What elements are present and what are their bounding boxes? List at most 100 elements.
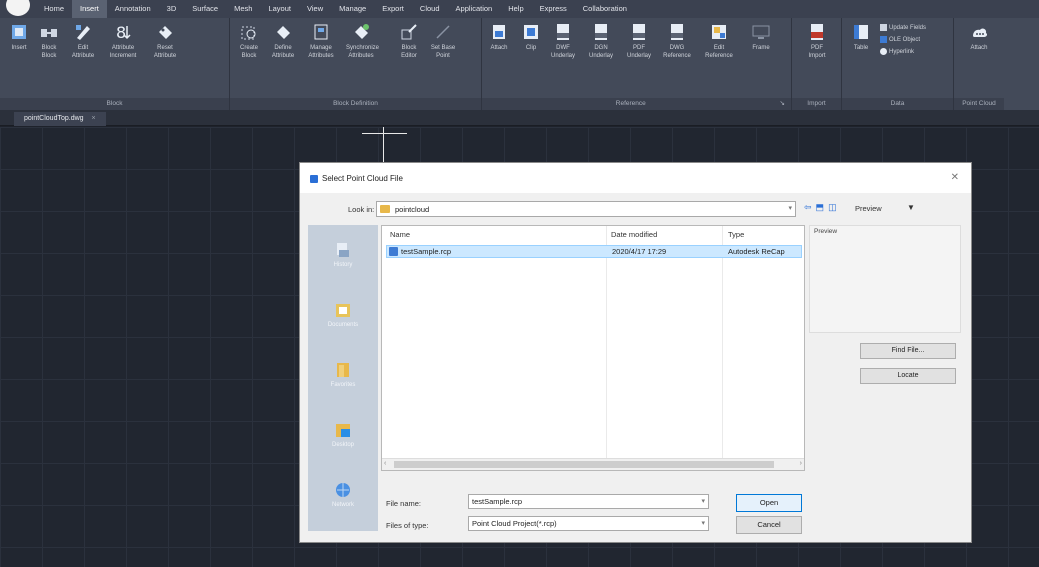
block-label-2: Block: [41, 53, 57, 59]
place-desktop[interactable]: Desktop: [308, 421, 378, 448]
preview-dropdown-icon[interactable]: ▼: [907, 203, 915, 212]
open-button[interactable]: Open: [736, 494, 802, 512]
edit-attribute-icon: [76, 25, 90, 40]
scroll-left-icon[interactable]: ‹: [384, 460, 386, 467]
menu-annotation[interactable]: Annotation: [107, 0, 159, 18]
place-network[interactable]: Network: [308, 481, 378, 508]
menu-surface[interactable]: Surface: [184, 0, 226, 18]
place-history-label: History: [333, 262, 353, 268]
column-divider: [722, 226, 723, 466]
frame-button[interactable]: Frame: [746, 22, 776, 52]
menu-view[interactable]: View: [299, 0, 331, 18]
block-editor-button[interactable]: Block Editor: [394, 22, 424, 60]
table-row[interactable]: testSample.rcp 2020/4/17 17:29 Autodesk …: [386, 245, 802, 258]
clip-button[interactable]: Clip: [516, 22, 546, 52]
dwg-reference-button[interactable]: DWG Reference: [662, 22, 692, 60]
history-icon: [337, 243, 349, 257]
menu-cloud[interactable]: Cloud: [412, 0, 448, 18]
synchronize-attributes-button[interactable]: Synchronize Attributes: [346, 22, 379, 60]
panel-title-block: Block: [0, 98, 229, 110]
block-editor-icon: [401, 24, 417, 40]
create-label: Create: [239, 45, 258, 51]
menu-help[interactable]: Help: [500, 0, 531, 18]
edit-label-2: Attribute: [71, 53, 95, 59]
set-base-point-button[interactable]: Set Base Point: [428, 22, 458, 60]
close-tab-icon[interactable]: ×: [92, 115, 96, 122]
attach-button[interactable]: Attach: [484, 22, 514, 52]
menu-export[interactable]: Export: [374, 0, 412, 18]
column-header-type[interactable]: Type: [728, 230, 744, 239]
hyperlink-button[interactable]: Hyperlink: [880, 48, 914, 55]
back-arrow-icon[interactable]: ⇦: [804, 202, 812, 213]
preview-menu-label[interactable]: Preview: [855, 204, 882, 213]
scroll-right-icon[interactable]: ›: [800, 460, 802, 467]
edit-attribute-button[interactable]: Edit Attribute: [68, 22, 98, 60]
panel-block-definition: Create Block Define Attribute Manage Att…: [230, 18, 482, 110]
look-in-dropdown[interactable]: pointcloud ▾: [376, 201, 796, 217]
menu-insert[interactable]: Insert: [72, 0, 107, 18]
edit-label: Edit: [77, 45, 89, 51]
panel-reference: Attach Clip DWF Underlay DGN Underlay PD…: [482, 18, 792, 110]
edit-reference-icon: [712, 25, 726, 39]
ole-object-button[interactable]: OLE Object: [880, 36, 920, 43]
files-of-type-select[interactable]: Point Cloud Project(*.rcp) ▾: [468, 516, 709, 531]
file-list[interactable]: Name Date modified Type testSample.rcp 2…: [381, 225, 805, 471]
reset-attribute-button[interactable]: Reset Attribute: [150, 22, 180, 60]
chevron-down-icon: ▾: [788, 205, 792, 212]
ole-object-icon: [880, 36, 887, 43]
place-history[interactable]: History: [308, 241, 378, 268]
panel-expand-icon[interactable]: ↘: [780, 98, 785, 110]
new-folder-icon[interactable]: ◫: [828, 202, 837, 213]
cancel-button[interactable]: Cancel: [736, 516, 802, 534]
column-header-name[interactable]: Name: [390, 230, 410, 239]
menu-3d[interactable]: 3D: [159, 0, 185, 18]
locate-button[interactable]: Locate: [860, 368, 956, 384]
look-in-label: Look in:: [348, 205, 375, 214]
scrollbar-thumb[interactable]: [394, 461, 774, 468]
horizontal-scrollbar[interactable]: ‹ ›: [382, 458, 804, 470]
chevron-down-icon[interactable]: ▾: [701, 497, 705, 505]
edit-reference-button[interactable]: Edit Reference: [704, 22, 734, 60]
dwf-underlay-button[interactable]: DWF Underlay: [548, 22, 578, 60]
menu-mesh[interactable]: Mesh: [226, 0, 260, 18]
look-in-value: pointcloud: [395, 205, 430, 214]
update-fields-button[interactable]: Update Fields: [880, 24, 926, 31]
menu-application[interactable]: Application: [448, 0, 501, 18]
pdf-label: PDF: [633, 45, 645, 51]
point-cloud-icon: [973, 28, 988, 37]
panel-title-import: Import: [792, 98, 841, 110]
insert-button[interactable]: Insert: [4, 22, 34, 52]
define-attribute-button[interactable]: Define Attribute: [268, 22, 298, 60]
menu-home[interactable]: Home: [36, 0, 72, 18]
manage-attributes-button[interactable]: Manage Attributes: [306, 22, 336, 60]
menu-collaboration[interactable]: Collaboration: [575, 0, 635, 18]
dgn-underlay-button[interactable]: DGN Underlay: [586, 22, 616, 60]
preview-pane: Preview: [809, 225, 961, 333]
place-documents[interactable]: Documents: [308, 301, 378, 328]
up-folder-icon[interactable]: ⬒: [816, 202, 825, 213]
files-of-type-label: Files of type:: [386, 521, 429, 530]
column-header-date[interactable]: Date modified: [611, 230, 657, 239]
close-icon[interactable]: ✕: [951, 172, 959, 183]
manage-label: Manage: [310, 45, 332, 51]
attribute-increment-button[interactable]: 8 Attribute Increment: [108, 22, 138, 60]
table-button[interactable]: Table: [846, 22, 876, 52]
block-button[interactable]: Block Block: [34, 22, 64, 60]
place-favorites[interactable]: Favorites: [308, 361, 378, 388]
define-label-2: Attribute: [271, 53, 295, 59]
app-logo[interactable]: [0, 0, 36, 18]
find-file-button[interactable]: Find File...: [860, 343, 956, 359]
attribute-label-2: Increment: [109, 53, 137, 59]
pdf-underlay-button[interactable]: PDF Underlay: [624, 22, 654, 60]
menu-layout[interactable]: Layout: [260, 0, 299, 18]
dialog-title-bar[interactable]: Select Point Cloud File ✕: [300, 163, 971, 193]
document-tab[interactable]: pointCloudTop.dwg ×: [14, 112, 106, 126]
point-cloud-attach-button[interactable]: Attach: [964, 22, 994, 52]
chevron-down-icon[interactable]: ▾: [701, 519, 705, 527]
create-block-button[interactable]: Create Block: [234, 22, 264, 60]
file-name-field[interactable]: testSample.rcp ▾: [468, 494, 709, 509]
menu-manage[interactable]: Manage: [331, 0, 374, 18]
folder-icon: [380, 205, 390, 213]
menu-express[interactable]: Express: [532, 0, 575, 18]
pdf-import-button[interactable]: PDF Import: [802, 22, 832, 60]
